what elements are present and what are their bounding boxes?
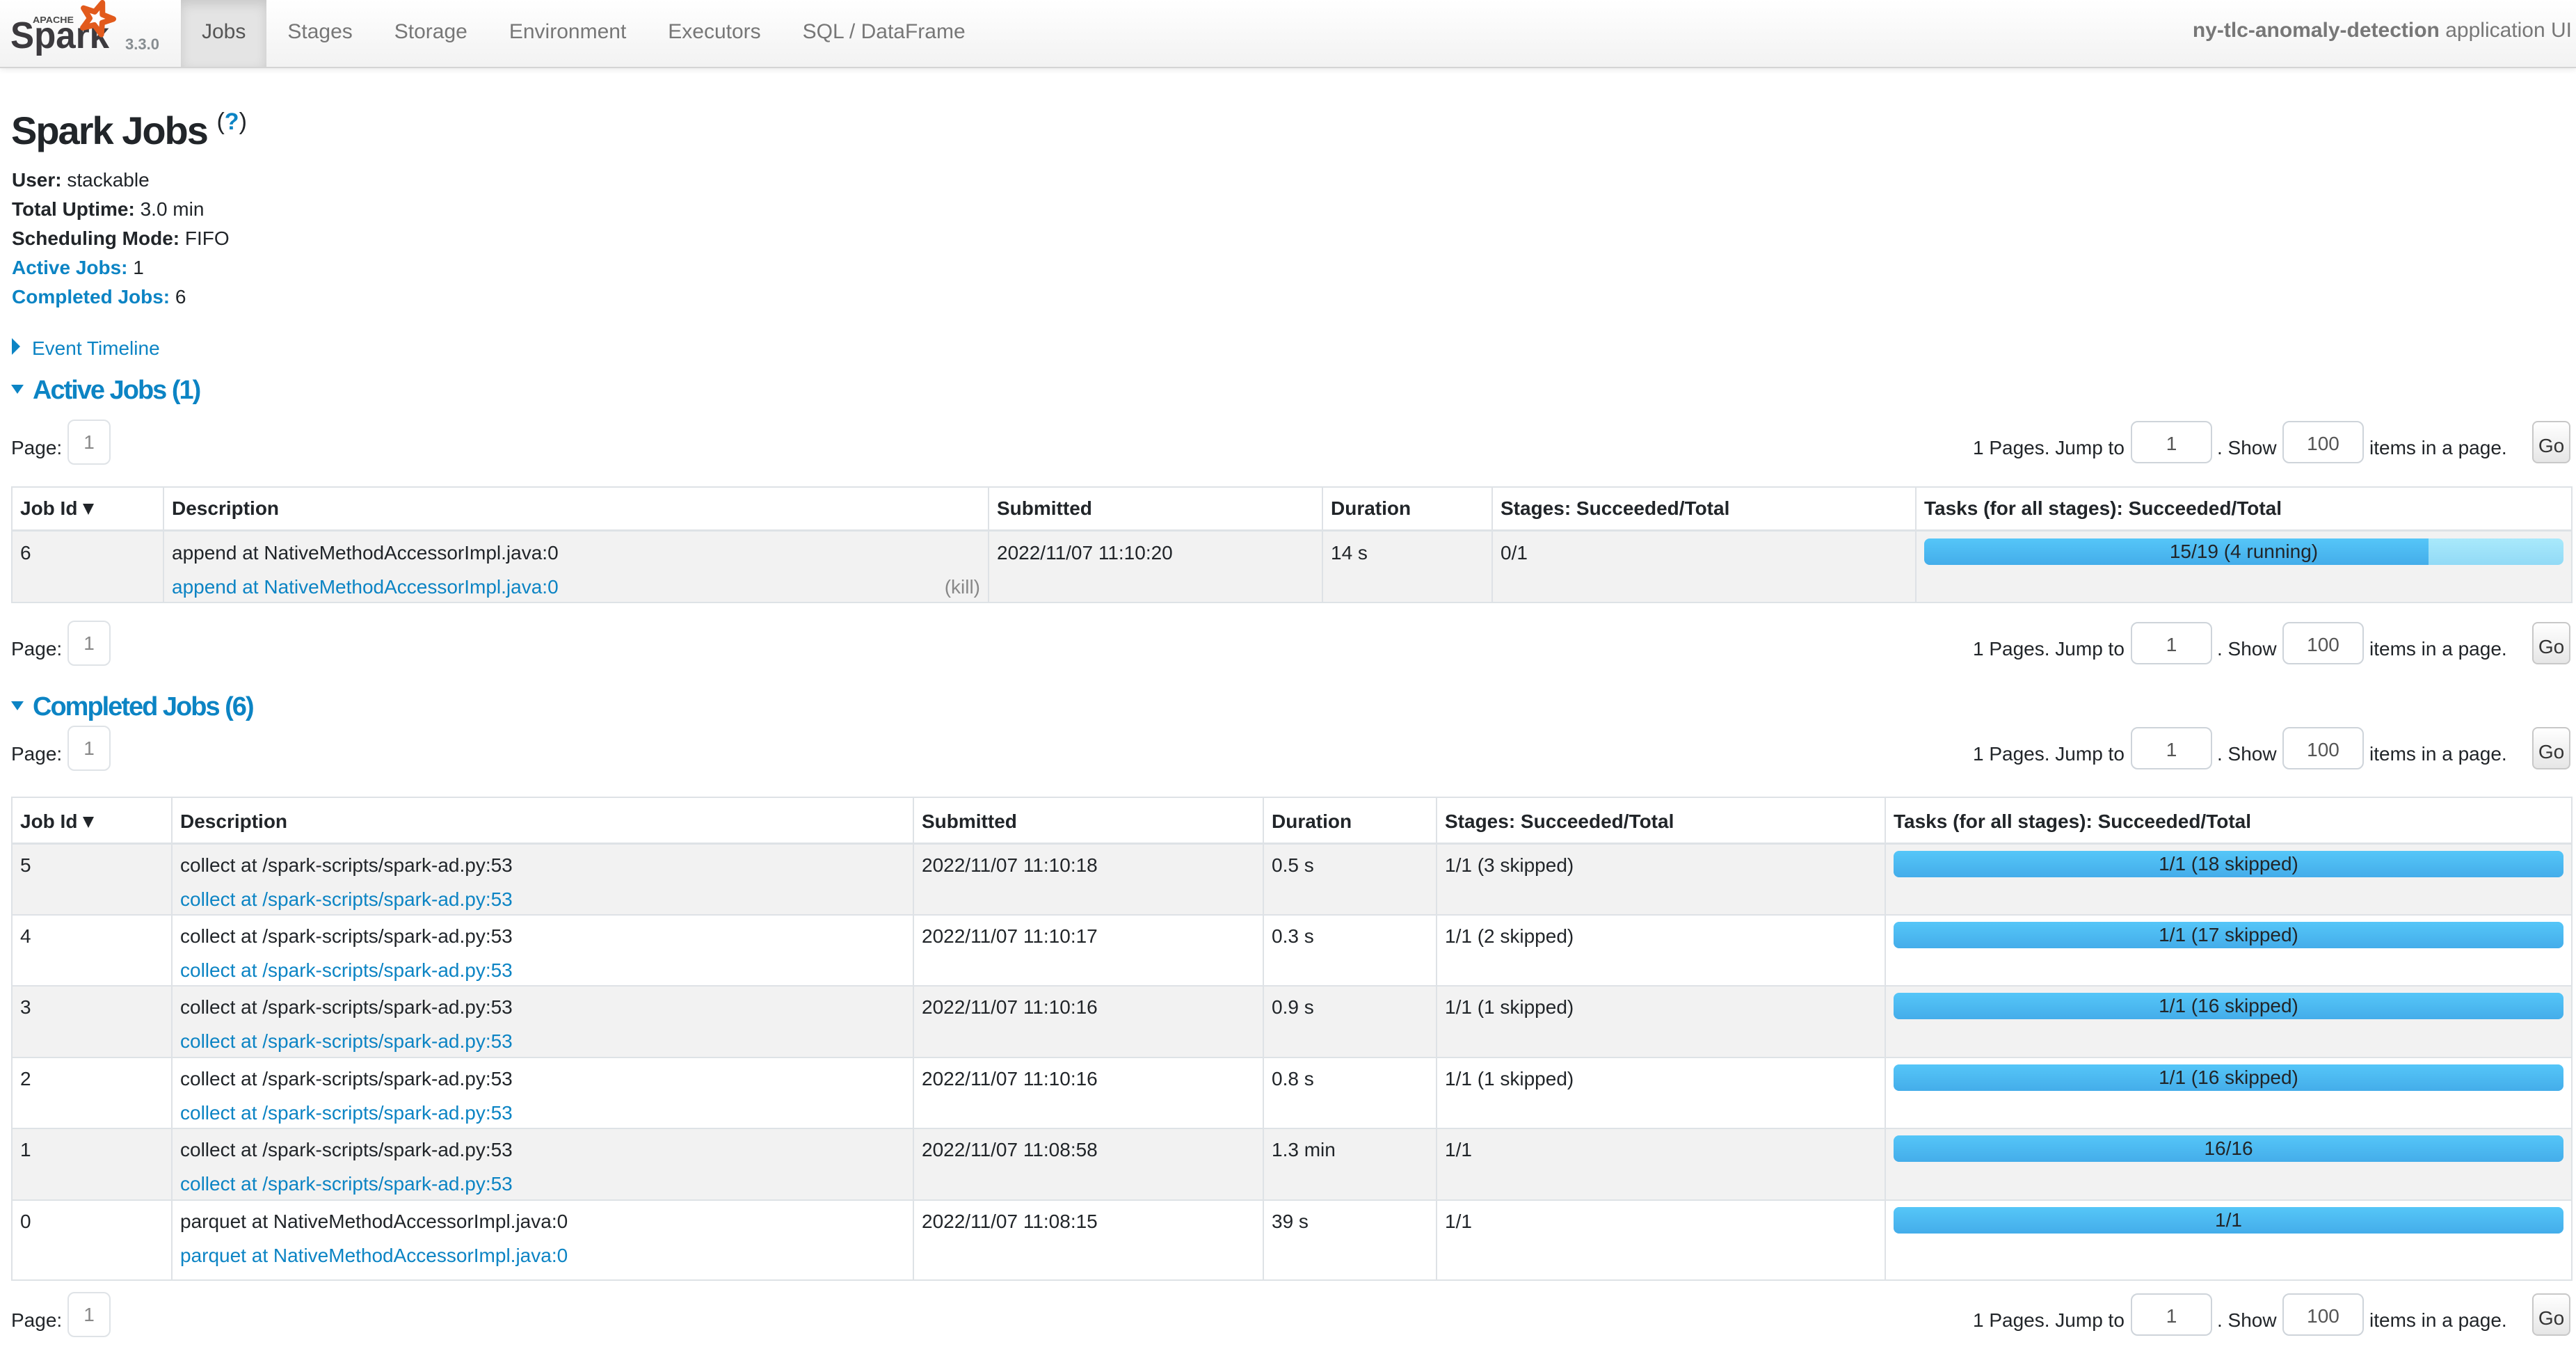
svg-text:3.3.0: 3.3.0 — [125, 35, 159, 53]
